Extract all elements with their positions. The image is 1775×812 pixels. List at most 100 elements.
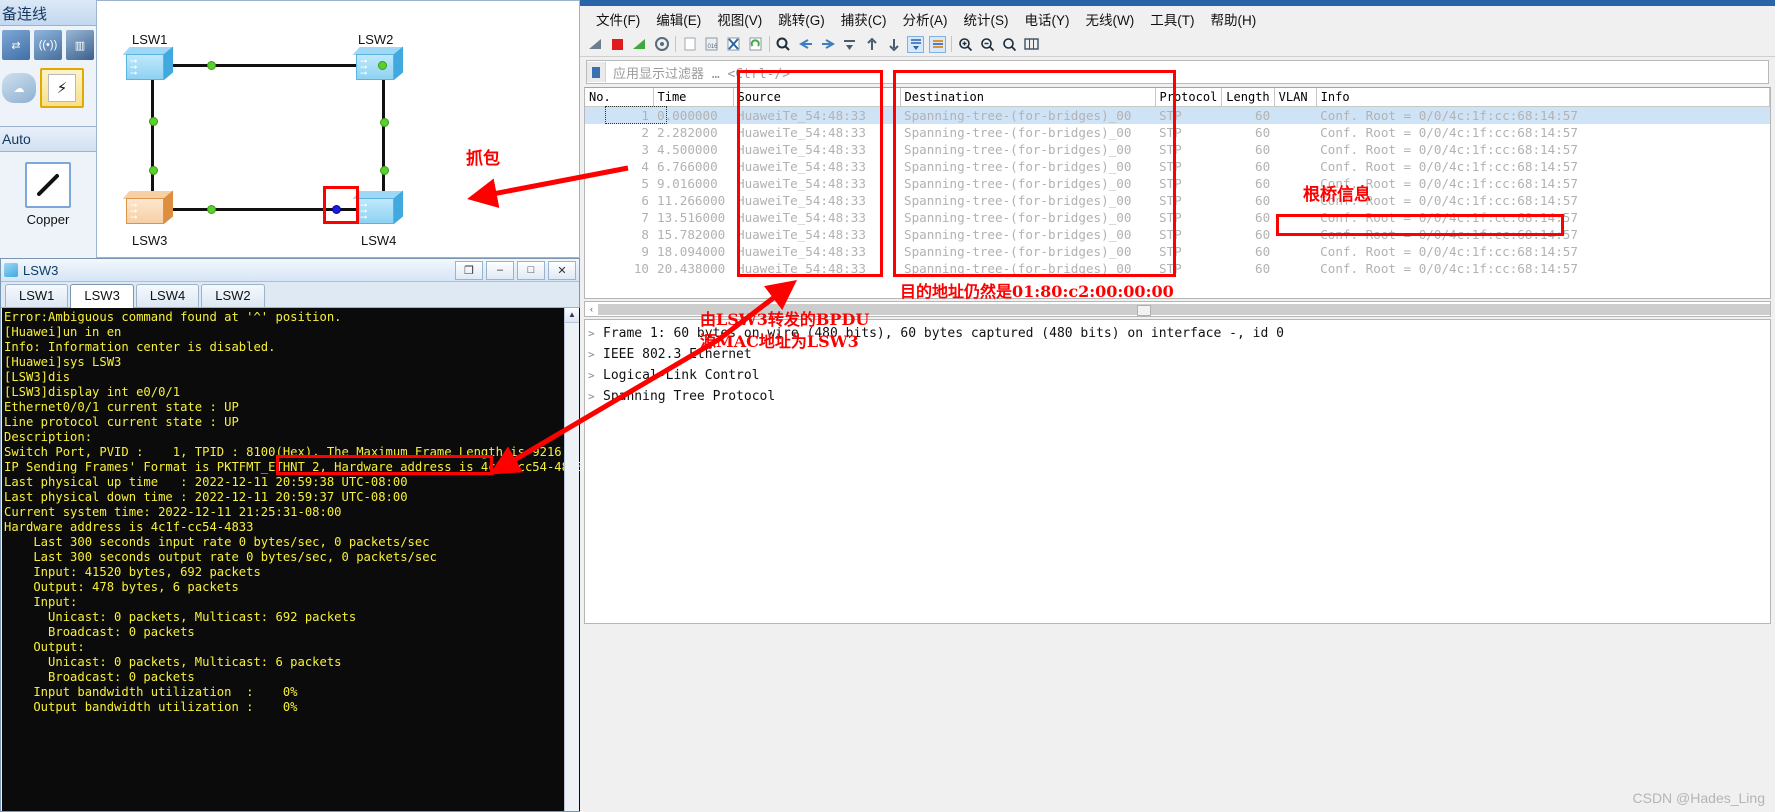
restart-capture-icon[interactable] — [631, 36, 648, 53]
close-file-icon[interactable] — [725, 36, 742, 53]
reload-icon[interactable] — [747, 36, 764, 53]
column-header-length[interactable]: Length — [1221, 88, 1275, 107]
menu-analyze[interactable]: 分析(A) — [903, 9, 948, 29]
scroll-left-icon[interactable]: ‹ — [585, 304, 598, 314]
column-header-vlan[interactable]: VLAN — [1274, 88, 1317, 107]
menu-help[interactable]: 帮助(H) — [1210, 9, 1256, 29]
annotation-bpdu-line1: 由LSW3转发的BPDU — [700, 310, 870, 329]
find-packet-icon[interactable] — [775, 36, 792, 53]
filter-bookmark-icon[interactable] — [587, 62, 606, 82]
node-label-lsw3: LSW3 — [132, 233, 168, 248]
cli-scrollbar[interactable]: ▲ — [564, 308, 579, 811]
menu-wireless[interactable]: 无线(W) — [1086, 9, 1135, 29]
packet-length: 60 — [1254, 125, 1271, 140]
start-capture-icon[interactable] — [587, 36, 604, 53]
minimize-button[interactable]: – — [486, 260, 514, 280]
packet-no: 4 — [641, 159, 649, 174]
ensp-topology-canvas[interactable]: LSW1 ➞ ➞ ➞ LSW2 ➞ ➞ ➞ ➞ ➞ ➞ LSW3 ➞ ➞ ➞ LSW4 — [96, 0, 580, 258]
go-last-packet-icon[interactable] — [885, 36, 902, 53]
capture-options-icon[interactable] — [653, 36, 670, 53]
colorize-icon[interactable] — [929, 35, 946, 53]
expand-chevron-icon[interactable]: > — [588, 327, 603, 340]
tab-lsw1[interactable]: LSW1 — [5, 284, 69, 307]
cloud-icon[interactable]: ☁ — [2, 73, 36, 103]
close-button[interactable]: ✕ — [548, 260, 576, 280]
stop-capture-icon[interactable] — [609, 36, 626, 53]
wireshark-menu-bar: 文件(F) 编辑(E) 视图(V) 跳转(G) 捕获(C) 分析(A) 统计(S… — [580, 6, 1775, 32]
menu-file[interactable]: 文件(F) — [596, 9, 640, 29]
tab-lsw4[interactable]: LSW4 — [135, 284, 200, 307]
switch-lsw4[interactable]: ➞ ➞ ➞ — [352, 190, 406, 231]
open-file-icon[interactable] — [681, 36, 698, 53]
tab-lsw2[interactable]: LSW2 — [201, 284, 265, 307]
packet-vlan — [1274, 124, 1316, 141]
zoom-reset-icon[interactable] — [1001, 36, 1018, 53]
zoom-in-icon[interactable] — [957, 36, 974, 53]
menu-view[interactable]: 视图(V) — [717, 9, 762, 29]
scroll-up-icon[interactable]: ▲ — [565, 308, 579, 323]
resize-columns-icon[interactable] — [1023, 36, 1040, 53]
expand-chevron-icon[interactable]: > — [588, 390, 603, 403]
switch-lsw3[interactable]: ➞ ➞ ➞ — [122, 190, 176, 231]
auto-scroll-icon[interactable] — [907, 35, 924, 53]
palette-device-row-2: ☁ ⚡ — [0, 64, 96, 112]
node-label-lsw1: LSW1 — [132, 32, 168, 47]
node-label-lsw2: LSW2 — [358, 32, 394, 47]
restore-button[interactable]: ❐ — [455, 260, 483, 280]
copper-cable-group[interactable]: Copper — [0, 152, 96, 227]
column-header-time[interactable]: Time — [653, 88, 734, 107]
packet-time: 11.266000 — [657, 193, 726, 208]
packet-vlan — [1274, 243, 1316, 260]
link-status-dot — [380, 166, 389, 175]
copper-cable-icon[interactable] — [25, 162, 71, 208]
frame-switch-icon[interactable]: ▥ — [66, 30, 94, 60]
expand-chevron-icon[interactable]: > — [588, 369, 603, 382]
column-header-no[interactable]: No. — [585, 88, 654, 107]
menu-capture[interactable]: 捕获(C) — [841, 9, 887, 29]
maximize-button[interactable]: □ — [517, 260, 545, 280]
menu-statistics[interactable]: 统计(S) — [964, 9, 1009, 29]
watermark: CSDN @Hades_Ling — [1632, 790, 1766, 806]
menu-edit[interactable]: 编辑(E) — [656, 9, 701, 29]
cli-console-output-area[interactable]: Error:Ambiguous command found at '^' pos… — [2, 308, 580, 811]
detail-row-stp[interactable]: > Spanning Tree Protocol — [588, 386, 1770, 407]
scrollbar-thumb[interactable] — [1137, 304, 1152, 316]
packet-no: 10 — [633, 261, 649, 276]
focus-indicator — [605, 106, 667, 124]
annotation-capture: 抓包 — [466, 149, 500, 169]
link-status-dot — [380, 118, 389, 127]
packet-detail-pane[interactable]: > Frame 1: 60 bytes on wire (480 bits), … — [584, 319, 1771, 624]
packet-info: Conf. Root = 0/0/4c:1f:cc:68:14:57 — [1320, 261, 1578, 276]
save-file-icon[interactable]: 016 — [703, 36, 720, 53]
go-to-packet-icon[interactable] — [841, 36, 858, 53]
go-first-packet-icon[interactable] — [863, 36, 880, 53]
packet-time: 18.094000 — [657, 244, 726, 259]
wifi-ap-icon[interactable]: ((•)) — [34, 30, 62, 60]
toolbar-separator — [769, 36, 770, 52]
go-back-icon[interactable] — [797, 36, 814, 53]
column-header-info[interactable]: Info — [1316, 88, 1770, 107]
packet-time: 6.766000 — [657, 159, 718, 174]
go-forward-icon[interactable] — [819, 36, 836, 53]
menu-telephony[interactable]: 电话(Y) — [1025, 9, 1070, 29]
switch-lsw1[interactable]: ➞ ➞ ➞ — [122, 46, 176, 87]
menu-goto[interactable]: 跳转(G) — [778, 9, 825, 29]
packet-time: 13.516000 — [657, 210, 726, 225]
detail-row-llc[interactable]: > Logical-Link Control — [588, 365, 1770, 386]
palette-header: 备连线 — [0, 0, 96, 26]
lightning-device-selected[interactable]: ⚡ — [40, 68, 84, 108]
packet-info: Conf. Root = 0/0/4c:1f:cc:68:14:57 — [1320, 244, 1578, 259]
detail-row-text: Spanning Tree Protocol — [603, 389, 776, 404]
packet-length: 60 — [1221, 106, 1275, 124]
packet-length: 60 — [1254, 210, 1271, 225]
zoom-out-icon[interactable] — [979, 36, 996, 53]
packet-length: 60 — [1254, 142, 1271, 157]
expand-chevron-icon[interactable]: > — [588, 348, 603, 361]
menu-tools[interactable]: 工具(T) — [1150, 9, 1194, 29]
node-label-lsw4: LSW4 — [361, 233, 397, 248]
router-icon[interactable]: ⇄ — [2, 30, 30, 60]
packet-length: 60 — [1254, 261, 1271, 276]
packet-info: Conf. Root = 0/0/4c:1f:cc:68:14:57 — [1320, 142, 1578, 157]
ensp-cli-window: LSW3 ❐ – □ ✕ LSW1 LSW3 LSW4 LSW2 Error:A… — [0, 258, 580, 812]
tab-lsw3[interactable]: LSW3 — [70, 284, 134, 308]
